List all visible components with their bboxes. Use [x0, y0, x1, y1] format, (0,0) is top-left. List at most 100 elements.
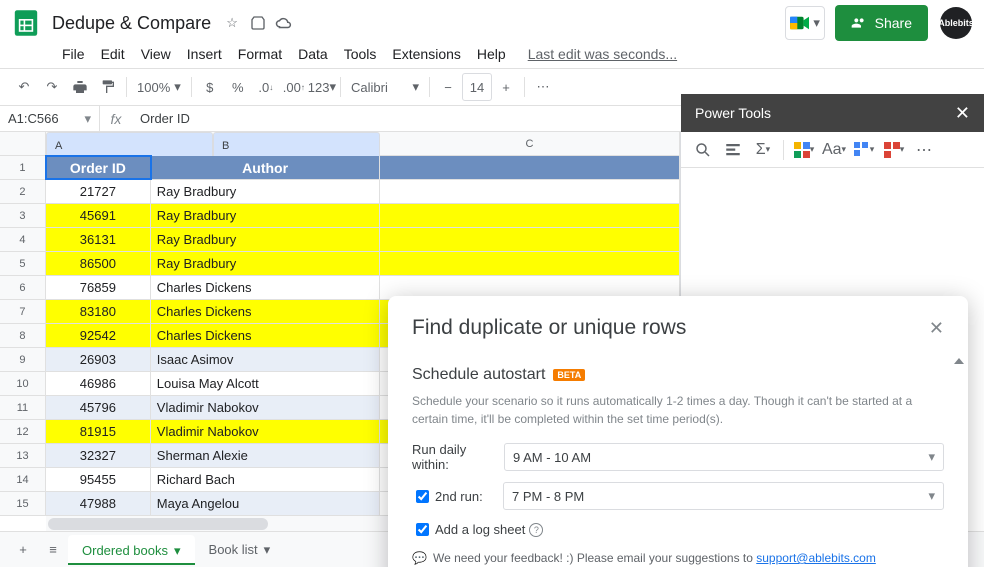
cell-order-id[interactable]: 21727 — [46, 180, 151, 203]
cell-order-id[interactable]: 45796 — [46, 396, 151, 419]
cell-order-id[interactable]: 92542 — [46, 324, 151, 347]
row-header[interactable]: 6 — [0, 276, 46, 299]
font-select[interactable]: Calibri▾ — [345, 73, 425, 101]
menu-help[interactable]: Help — [469, 42, 514, 66]
sheets-logo[interactable] — [8, 5, 44, 41]
meet-button[interactable]: ▾ — [785, 6, 825, 40]
menu-format[interactable]: Format — [230, 42, 290, 66]
increase-decimal-button[interactable]: .00↑ — [280, 73, 308, 101]
percent-button[interactable]: % — [224, 73, 252, 101]
zoom-select[interactable]: 100% ▾ — [131, 73, 187, 101]
font-size-input[interactable]: 14 — [462, 73, 492, 101]
help-icon[interactable]: ? — [529, 523, 543, 537]
decrease-decimal-button[interactable]: .0↓ — [252, 73, 280, 101]
support-link[interactable]: support@ablebits.com — [756, 551, 876, 565]
row-header[interactable]: 5 — [0, 252, 46, 275]
cell-order-id[interactable]: 81915 — [46, 420, 151, 443]
row-header[interactable]: 15 — [0, 492, 46, 515]
second-run-select[interactable]: 7 PM - 8 PM▾ — [503, 482, 944, 510]
name-box[interactable]: A1:C566▾ — [0, 106, 100, 131]
row-header[interactable]: 10 — [0, 372, 46, 395]
header-cell-c[interactable] — [380, 156, 680, 179]
tool-text-icon[interactable] — [719, 136, 747, 164]
tool-sigma-icon[interactable]: Σ▾ — [749, 136, 777, 164]
menu-insert[interactable]: Insert — [179, 42, 230, 66]
cell-order-id[interactable]: 26903 — [46, 348, 151, 371]
cell-order-id[interactable]: 32327 — [46, 444, 151, 467]
cell-order-id[interactable]: 46986 — [46, 372, 151, 395]
cell-order-id[interactable]: 47988 — [46, 492, 151, 515]
sheet-tab-ordered-books[interactable]: Ordered books ▾ — [68, 535, 195, 565]
menu-file[interactable]: File — [54, 42, 93, 66]
cell-order-id[interactable]: 36131 — [46, 228, 151, 251]
cell-c[interactable] — [380, 228, 680, 251]
cell-author[interactable]: Charles Dickens — [151, 276, 381, 299]
currency-button[interactable]: $ — [196, 73, 224, 101]
share-button[interactable]: Share — [835, 5, 928, 41]
header-cell-order-id[interactable]: Order ID — [46, 156, 151, 179]
cloud-status-icon[interactable] — [273, 12, 295, 34]
cell-order-id[interactable]: 76859 — [46, 276, 151, 299]
cell-author[interactable]: Ray Bradbury — [151, 228, 381, 251]
tool-search-icon[interactable] — [689, 136, 717, 164]
document-name[interactable]: Dedupe & Compare — [52, 13, 211, 34]
cell-author[interactable]: Ray Bradbury — [151, 180, 381, 203]
menu-extensions[interactable]: Extensions — [384, 42, 468, 66]
tool-grid-icon[interactable]: ▾ — [790, 136, 818, 164]
cell-order-id[interactable]: 83180 — [46, 300, 151, 323]
log-sheet-checkbox[interactable] — [416, 523, 429, 536]
sidebar-close-icon[interactable]: ✕ — [955, 103, 970, 124]
font-size-increase[interactable]: + — [492, 73, 520, 101]
menu-view[interactable]: View — [133, 42, 179, 66]
more-toolbar-button[interactable]: ⋯ — [529, 73, 557, 101]
row-header[interactable]: 13 — [0, 444, 46, 467]
dialog-scrollbar[interactable] — [953, 356, 965, 567]
move-icon[interactable] — [247, 12, 269, 34]
cell-c[interactable] — [380, 204, 680, 227]
menu-edit[interactable]: Edit — [93, 42, 133, 66]
paint-format-button[interactable] — [94, 73, 122, 101]
all-sheets-button[interactable]: ≡ — [38, 535, 68, 565]
run-daily-select[interactable]: 9 AM - 10 AM▾ — [504, 443, 944, 471]
cell-order-id[interactable]: 45691 — [46, 204, 151, 227]
row-header[interactable]: 2 — [0, 180, 46, 203]
row-header[interactable]: 11 — [0, 396, 46, 419]
tool-more-icon[interactable]: ⋯ — [910, 136, 938, 164]
tool-blocks-icon[interactable]: ▾ — [850, 136, 878, 164]
cell-c[interactable] — [380, 252, 680, 275]
cell-author[interactable]: Ray Bradbury — [151, 204, 381, 227]
cell-author[interactable]: Ray Bradbury — [151, 252, 381, 275]
cell-author[interactable]: Charles Dickens — [151, 300, 381, 323]
row-header[interactable]: 12 — [0, 420, 46, 443]
add-sheet-button[interactable]: + — [8, 535, 38, 565]
menu-data[interactable]: Data — [290, 42, 336, 66]
undo-button[interactable]: ↶ — [10, 73, 38, 101]
cell-author[interactable]: Sherman Alexie — [151, 444, 381, 467]
row-header[interactable]: 3 — [0, 204, 46, 227]
cell-order-id[interactable]: 86500 — [46, 252, 151, 275]
row-header[interactable]: 14 — [0, 468, 46, 491]
select-all-corner[interactable] — [0, 132, 46, 155]
tool-case-icon[interactable]: Aa▾ — [820, 136, 848, 164]
header-cell-author[interactable]: Author — [151, 156, 381, 179]
cell-author[interactable]: Isaac Asimov — [151, 348, 381, 371]
tool-remove-icon[interactable]: ▾ — [880, 136, 908, 164]
print-button[interactable] — [66, 73, 94, 101]
col-header-c[interactable]: C — [380, 132, 680, 155]
cell-c[interactable] — [380, 180, 680, 203]
cell-author[interactable]: Vladimir Nabokov — [151, 420, 381, 443]
row-header[interactable]: 1 — [0, 156, 46, 179]
row-header[interactable]: 7 — [0, 300, 46, 323]
sheet-tab-book-list[interactable]: Book list ▾ — [195, 535, 285, 565]
font-size-decrease[interactable]: − — [434, 73, 462, 101]
cell-author[interactable]: Louisa May Alcott — [151, 372, 381, 395]
cell-author[interactable]: Charles Dickens — [151, 324, 381, 347]
row-header[interactable]: 4 — [0, 228, 46, 251]
menu-tools[interactable]: Tools — [336, 42, 385, 66]
star-icon[interactable]: ☆ — [221, 12, 243, 34]
cell-order-id[interactable]: 95455 — [46, 468, 151, 491]
dialog-close-icon[interactable]: ✕ — [929, 318, 944, 339]
number-format-select[interactable]: 123 ▾ — [308, 73, 336, 101]
cell-author[interactable]: Vladimir Nabokov — [151, 396, 381, 419]
redo-button[interactable]: ↷ — [38, 73, 66, 101]
